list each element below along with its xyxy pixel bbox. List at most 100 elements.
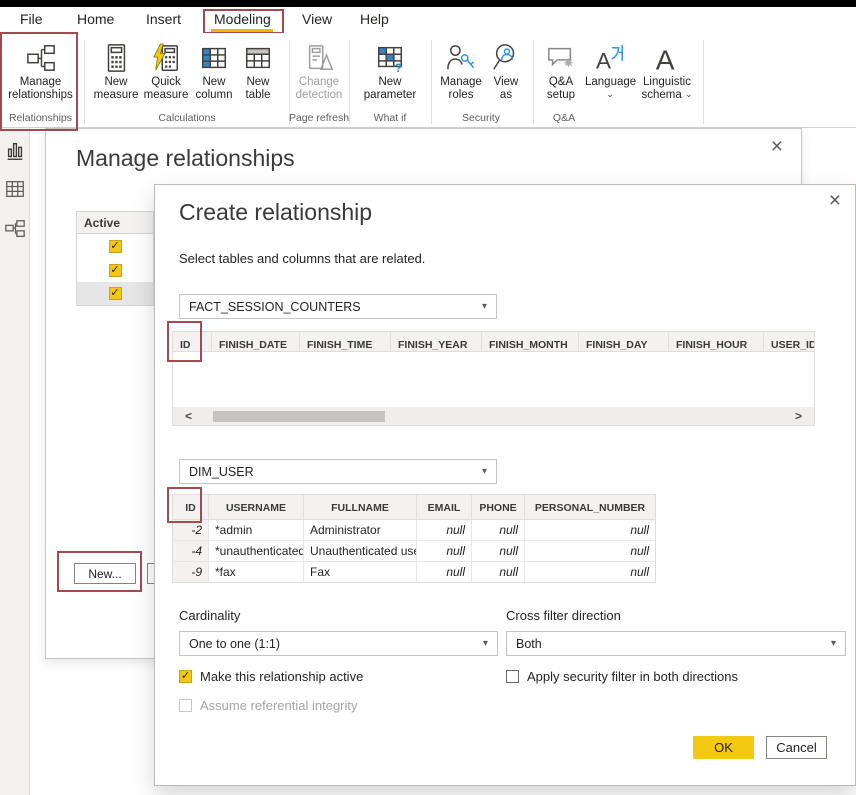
svg-text:A: A (656, 44, 675, 73)
active-checkbox[interactable]: ✓ (109, 264, 122, 277)
create-dialog-title: Create relationship (179, 199, 372, 226)
group-label-page-refresh: Page refresh (288, 112, 350, 126)
cardinality-dropdown[interactable]: One to one (1:1) ▾ (179, 631, 498, 656)
new-table-label: New table (238, 76, 278, 102)
create-relationship-dialog: Create relationship × Select tables and … (154, 184, 856, 786)
ribbon: Manage relationships New measure Quick m… (0, 33, 856, 128)
active-checkbox[interactable]: ✓ (109, 287, 122, 300)
chevron-down-icon: ▾ (483, 638, 488, 649)
table-row[interactable]: -2 *admin Administrator null null null (173, 520, 655, 541)
new-table-icon (238, 40, 278, 76)
manage-relationships-button[interactable]: Manage relationships (3, 40, 78, 110)
quick-measure-icon (142, 40, 190, 76)
view-sidebar (0, 128, 30, 795)
change-detection-label: Change detection (292, 76, 346, 102)
menu-insert[interactable]: Insert (146, 11, 181, 27)
model-view-icon[interactable] (4, 218, 26, 240)
cardinality-value: One to one (1:1) (189, 637, 280, 651)
linguistic-schema-button[interactable]: A Linguistic schema ⌄ (636, 40, 698, 110)
fact-table-grid: ID FINISH_DATE FINISH_TIME FINISH_YEAR F… (172, 331, 815, 426)
column-header[interactable]: EMAIL (417, 495, 472, 519)
column-header[interactable]: FINISH_HOUR (669, 332, 764, 351)
make-active-label: Make this relationship active (200, 669, 363, 684)
scroll-right-icon[interactable]: > (795, 409, 802, 423)
column-header[interactable]: ID (173, 495, 209, 519)
menu-view[interactable]: View (302, 11, 332, 27)
cross-filter-dropdown[interactable]: Both ▾ (506, 631, 846, 656)
new-measure-button[interactable]: New measure (92, 40, 140, 110)
manage-roles-icon (437, 40, 485, 76)
chevron-down-icon: ▾ (482, 301, 487, 312)
column-header[interactable]: FINISH_DAY (579, 332, 669, 351)
table-row[interactable]: -4 *unauthenticated Unauthenticated user… (173, 541, 655, 562)
qa-setup-label: Q&A setup (540, 76, 582, 102)
column-header[interactable]: FINISH_YEAR (391, 332, 482, 351)
relationship-row[interactable]: ✓ (76, 234, 154, 258)
column-header[interactable]: FULLNAME (304, 495, 417, 519)
make-active-checkbox[interactable]: ✓ (179, 670, 192, 683)
svg-text:?: ? (395, 61, 402, 73)
active-checkbox[interactable]: ✓ (109, 240, 122, 253)
chevron-down-icon: ▾ (831, 638, 836, 649)
table2-selector[interactable]: DIM_USER ▾ (179, 459, 497, 484)
new-column-button[interactable]: New column (191, 40, 237, 110)
cancel-button[interactable]: Cancel (766, 736, 827, 759)
column-header[interactable]: ID (173, 332, 212, 351)
new-table-button[interactable]: New table (238, 40, 278, 110)
change-detection-icon (292, 40, 346, 76)
security-filter-checkbox[interactable] (506, 670, 519, 683)
svg-text:A: A (596, 48, 611, 73)
new-relationship-button[interactable]: New... (74, 563, 136, 584)
quick-measure-label: Quick measure (142, 76, 190, 102)
table1-selector[interactable]: FACT_SESSION_COUNTERS ▾ (179, 294, 497, 319)
new-parameter-label: New parameter (362, 76, 418, 102)
dim-user-table-grid: ID USERNAME FULLNAME EMAIL PHONE PERSONA… (172, 494, 656, 583)
report-view-icon[interactable] (4, 140, 26, 162)
security-filter-label: Apply security filter in both directions (527, 669, 738, 684)
quick-measure-button[interactable]: Quick measure (142, 40, 190, 110)
language-icon: A (585, 40, 635, 76)
scrollbar-thumb[interactable] (213, 411, 385, 422)
column-header[interactable]: FINISH_TIME (300, 332, 391, 351)
language-button[interactable]: A Language ⌄ (585, 40, 635, 110)
ribbon-separator (84, 40, 85, 124)
manage-dialog-close-icon[interactable]: × (771, 139, 783, 155)
menu-file[interactable]: File (20, 11, 43, 27)
linguistic-schema-label: Linguistic schema (641, 76, 690, 101)
new-column-label: New column (191, 76, 237, 102)
column-header[interactable]: USERNAME (209, 495, 304, 519)
create-dialog-close-icon[interactable]: × (829, 193, 841, 209)
ribbon-separator (533, 40, 534, 124)
powerbi-window: File Home Insert Modeling View Help Mana… (0, 0, 856, 795)
ok-button[interactable]: OK (693, 736, 754, 759)
new-measure-label: New measure (92, 76, 140, 102)
column-header[interactable]: FINISH_MONTH (482, 332, 579, 351)
scroll-left-icon[interactable]: < (185, 409, 192, 423)
table-row[interactable]: -9 *fax Fax null null null (173, 562, 655, 582)
column-header[interactable]: PERSONAL_NUMBER (525, 495, 655, 519)
cross-filter-label: Cross filter direction (506, 608, 621, 623)
table1-selector-value: FACT_SESSION_COUNTERS (189, 300, 361, 314)
calculator-icon (92, 40, 140, 76)
view-as-button[interactable]: View as (487, 40, 525, 110)
column-header[interactable]: FINISH_DATE (212, 332, 300, 351)
column-header[interactable]: PHONE (472, 495, 525, 519)
change-detection-button: Change detection (292, 40, 346, 110)
table2-selector-value: DIM_USER (189, 465, 254, 479)
group-label-relationships: Relationships (3, 112, 78, 126)
horizontal-scrollbar[interactable]: < > (173, 407, 814, 425)
linguistic-schema-icon: A (636, 40, 698, 76)
relationship-row[interactable]: ✓ (76, 258, 154, 282)
qa-setup-button[interactable]: Q&A setup (540, 40, 582, 110)
create-dialog-subtitle: Select tables and columns that are relat… (179, 251, 425, 266)
menu-home[interactable]: Home (77, 11, 114, 27)
new-parameter-button[interactable]: ? New parameter (362, 40, 418, 110)
manage-roles-button[interactable]: Manage roles (437, 40, 485, 110)
language-label: Language (585, 76, 636, 88)
menu-help[interactable]: Help (360, 11, 389, 27)
column-header[interactable]: USER_ID (764, 332, 814, 351)
data-view-icon[interactable] (4, 178, 26, 200)
manage-roles-label: Manage roles (437, 76, 485, 102)
relationship-row-selected[interactable]: ✓ (76, 282, 154, 306)
new-parameter-icon: ? (362, 40, 418, 76)
